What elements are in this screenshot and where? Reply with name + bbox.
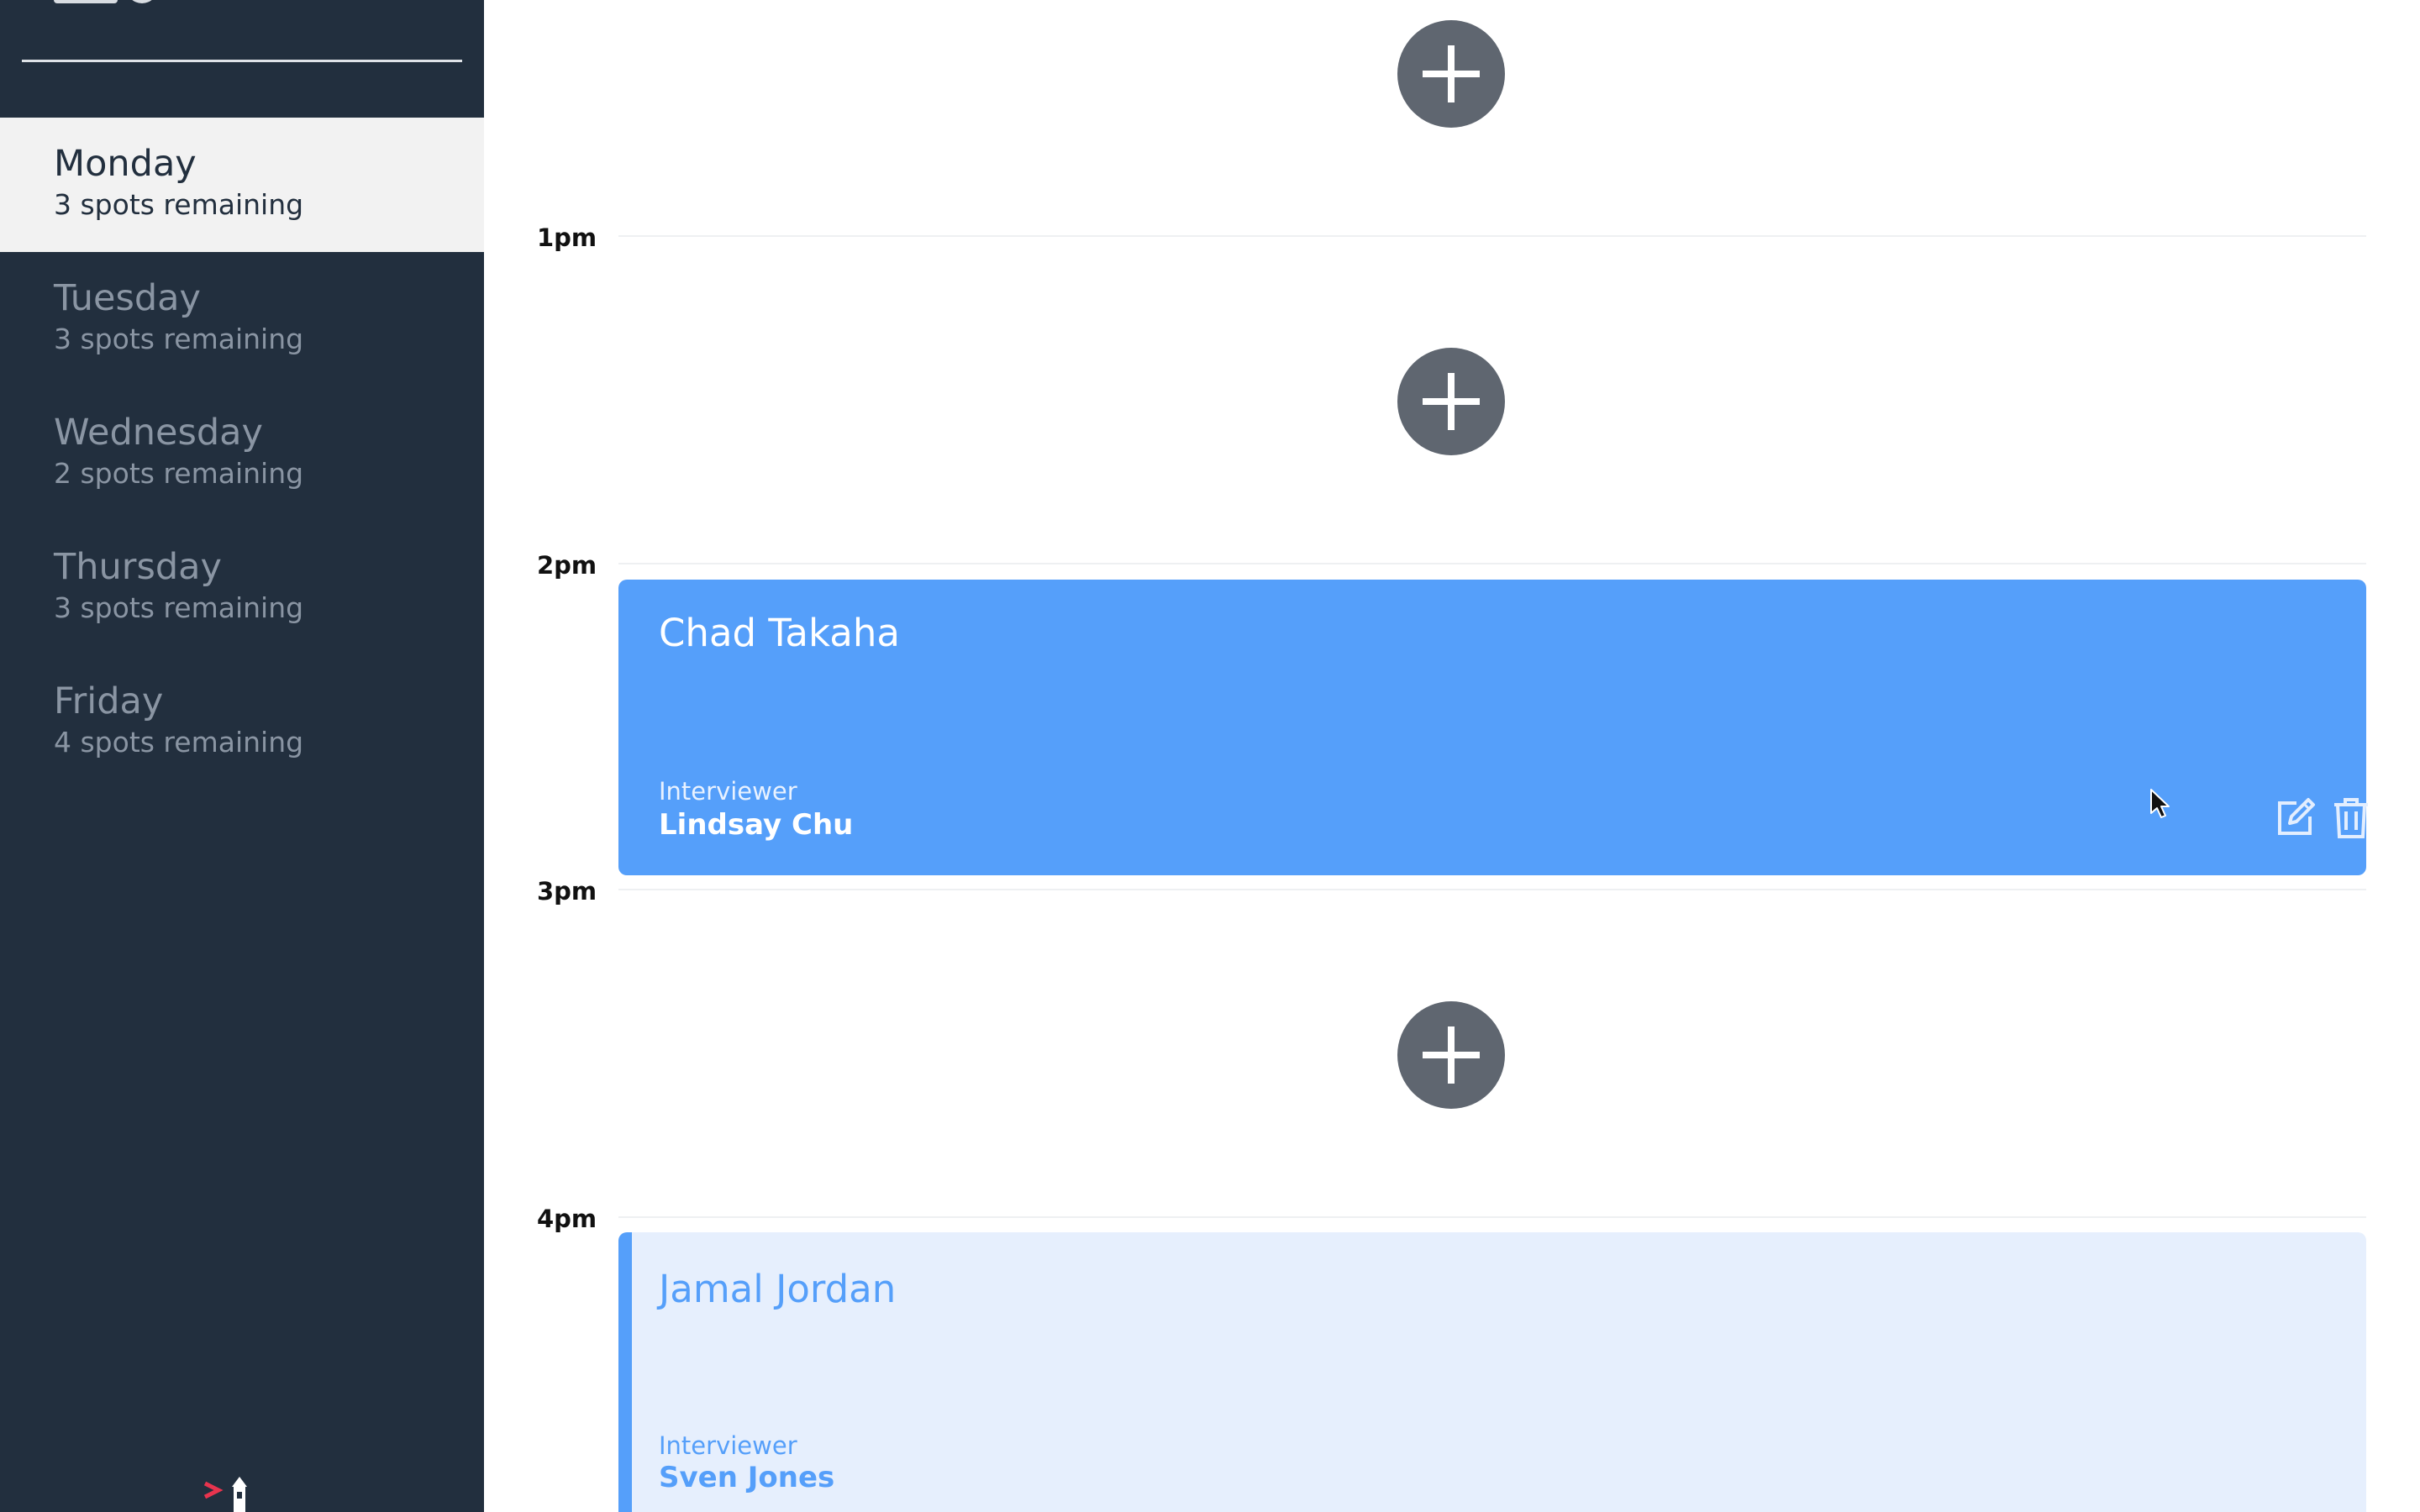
time-label: 2pm <box>537 551 597 580</box>
day-spots-remaining: 4 spots remaining <box>54 726 304 759</box>
interviewer-name: Sven Jones <box>659 1461 835 1494</box>
day-item-monday[interactable]: Monday 3 spots remaining <box>0 118 484 252</box>
sidebar-divider <box>22 60 462 62</box>
time-divider <box>618 1216 2366 1218</box>
plus-icon <box>1423 373 1480 430</box>
logo <box>54 0 118 3</box>
appointment-card[interactable]: Jamal Jordan Interviewer Sven Jones <box>618 1232 2366 1512</box>
day-item-tuesday[interactable]: Tuesday 3 spots remaining <box>0 252 484 386</box>
add-appointment-button[interactable] <box>1397 348 1505 455</box>
day-name: Monday <box>54 143 197 185</box>
time-divider <box>618 563 2366 564</box>
day-list: Monday 3 spots remaining Tuesday 3 spots… <box>0 118 484 790</box>
time-divider <box>618 889 2366 890</box>
plus-icon <box>1423 1026 1480 1084</box>
day-name: Friday <box>54 680 164 722</box>
edit-icon[interactable] <box>2271 795 2318 842</box>
time-label: 1pm <box>537 223 597 252</box>
lighthouse-icon <box>203 1477 247 1512</box>
day-spots-remaining: 3 spots remaining <box>54 323 304 355</box>
day-spots-remaining: 3 spots remaining <box>54 591 304 624</box>
add-appointment-button[interactable] <box>1397 1001 1505 1109</box>
day-item-wednesday[interactable]: Wednesday 2 spots remaining <box>0 386 484 521</box>
day-spots-remaining: 2 spots remaining <box>54 457 304 490</box>
day-name: Thursday <box>54 546 222 588</box>
time-label: 4pm <box>537 1205 597 1233</box>
plus-icon <box>1423 45 1480 102</box>
student-name: Chad Takaha <box>659 611 900 655</box>
day-name: Tuesday <box>54 277 201 319</box>
schedule: 1pm 2pm Chad Takaha Interviewer Lindsay … <box>484 0 2420 1512</box>
time-label: 3pm <box>537 877 597 906</box>
day-item-thursday[interactable]: Thursday 3 spots remaining <box>0 521 484 655</box>
interviewer-label: Interviewer <box>659 777 797 806</box>
interviewer-name: Lindsay Chu <box>659 808 854 842</box>
appointment-card[interactable]: Chad Takaha Interviewer Lindsay Chu <box>618 580 2368 875</box>
interview-scheduler-app: Monday 3 spots remaining Tuesday 3 spots… <box>0 0 2420 1512</box>
day-item-friday[interactable]: Friday 4 spots remaining <box>0 655 484 790</box>
time-divider <box>618 235 2366 237</box>
add-appointment-button[interactable] <box>1397 20 1505 128</box>
student-name: Jamal Jordan <box>659 1267 897 1311</box>
trash-icon[interactable] <box>2328 795 2375 842</box>
day-spots-remaining: 3 spots remaining <box>54 188 304 221</box>
interviewer-label: Interviewer <box>659 1431 797 1460</box>
day-name: Wednesday <box>54 412 263 454</box>
sidebar: Monday 3 spots remaining Tuesday 3 spots… <box>0 0 484 1512</box>
logo-detail <box>126 0 158 3</box>
